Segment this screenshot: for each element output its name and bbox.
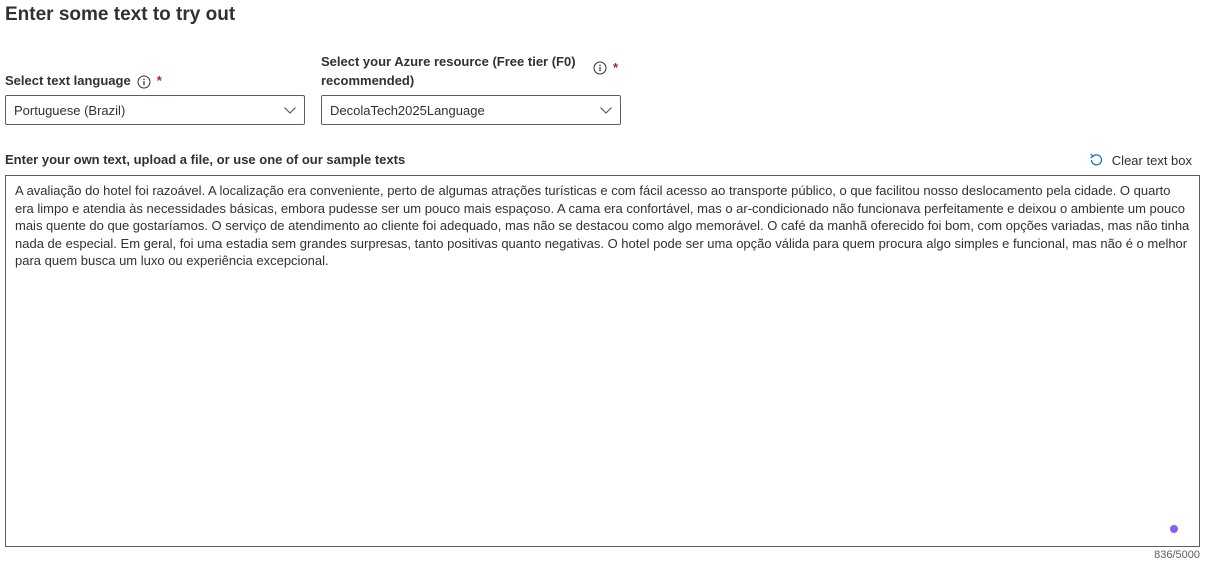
info-icon[interactable] [593,61,607,75]
language-dropdown-value: Portuguese (Brazil) [14,102,126,118]
clear-text-button[interactable]: Clear text box [1088,152,1192,168]
chevron-down-icon [599,104,613,116]
resource-dropdown-value: DecolaTech2025Language [330,102,485,118]
chevron-down-icon [283,104,297,116]
language-field-label: Select text language * [5,71,162,90]
language-dropdown[interactable]: Portuguese (Brazil) [5,95,305,125]
clear-text-label: Clear text box [1111,152,1192,168]
assistant-indicator-icon [1170,525,1178,533]
resource-label-icons: * [593,60,618,75]
required-marker: * [613,60,619,75]
language-label-text: Select text language [5,73,131,88]
resource-dropdown[interactable]: DecolaTech2025Language [321,95,621,125]
text-input-area[interactable]: A avaliação do hotel foi razoável. A loc… [5,175,1200,547]
info-icon[interactable] [137,75,151,89]
page: Enter some text to try out Select text l… [0,0,1206,561]
resource-label-text: Select your Azure resource (Free tier (F… [321,54,576,88]
character-counter: 836/5000 [1154,549,1200,561]
page-title: Enter some text to try out [5,4,236,25]
required-marker: * [156,73,162,88]
text-input-label: Enter your own text, upload a file, or u… [5,152,406,167]
undo-icon [1090,153,1102,166]
